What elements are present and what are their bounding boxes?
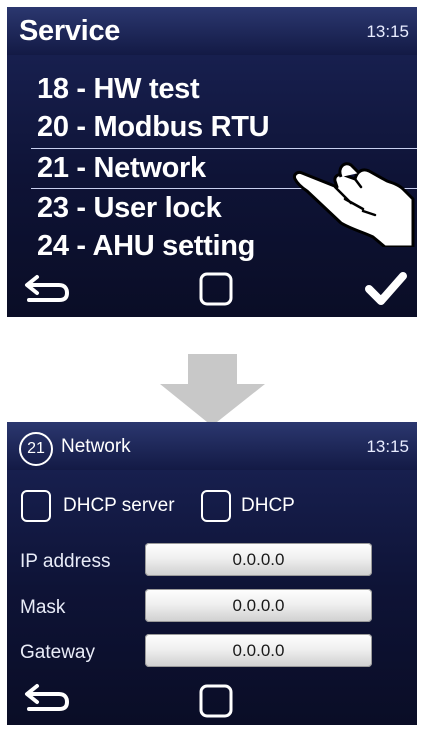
selection-top-line: [31, 148, 417, 149]
clock: 13:15: [366, 437, 409, 456]
menu-item-hw-test[interactable]: 18 - HW test: [37, 73, 200, 106]
screen-title: Network: [61, 436, 131, 457]
dhcp-server-checkbox[interactable]: [21, 490, 51, 522]
gateway-label: Gateway: [20, 642, 95, 663]
back-arrow-icon[interactable]: [23, 682, 69, 714]
tapping-hand-icon: [289, 157, 417, 249]
ip-address-field[interactable]: 0.0.0.0: [145, 543, 372, 576]
down-arrow-icon: [160, 354, 265, 426]
square-icon[interactable]: [199, 272, 233, 306]
gateway-field[interactable]: 0.0.0.0: [145, 634, 372, 667]
menu-item-network[interactable]: 21 - Network: [37, 152, 206, 185]
back-arrow-icon[interactable]: [23, 273, 69, 305]
dhcp-label: DHCP: [241, 495, 295, 516]
menu-item-ahu-setting[interactable]: 24 - AHU setting: [37, 230, 255, 263]
menu-item-modbus-rtu[interactable]: 20 - Modbus RTU: [37, 111, 270, 144]
dhcp-checkbox[interactable]: [201, 490, 231, 522]
ip-address-label: IP address: [20, 551, 111, 572]
menu-item-user-lock[interactable]: 23 - User lock: [37, 192, 222, 225]
mask-field[interactable]: 0.0.0.0: [145, 589, 372, 622]
service-screen: Service 13:15 18 - HW test 20 - Modbus R…: [7, 7, 417, 317]
service-header: Service 13:15: [7, 7, 417, 55]
square-icon[interactable]: [199, 684, 233, 718]
network-screen: 21 Network 13:15 DHCP server DHCP IP add…: [7, 422, 417, 725]
menu-number-badge: 21: [19, 432, 53, 466]
screen-title: Service: [19, 15, 121, 47]
checkmark-icon[interactable]: [365, 271, 407, 307]
network-header: 21 Network 13:15: [7, 422, 417, 470]
clock: 13:15: [366, 22, 409, 41]
dhcp-server-label: DHCP server: [63, 495, 175, 516]
mask-label: Mask: [20, 597, 66, 618]
